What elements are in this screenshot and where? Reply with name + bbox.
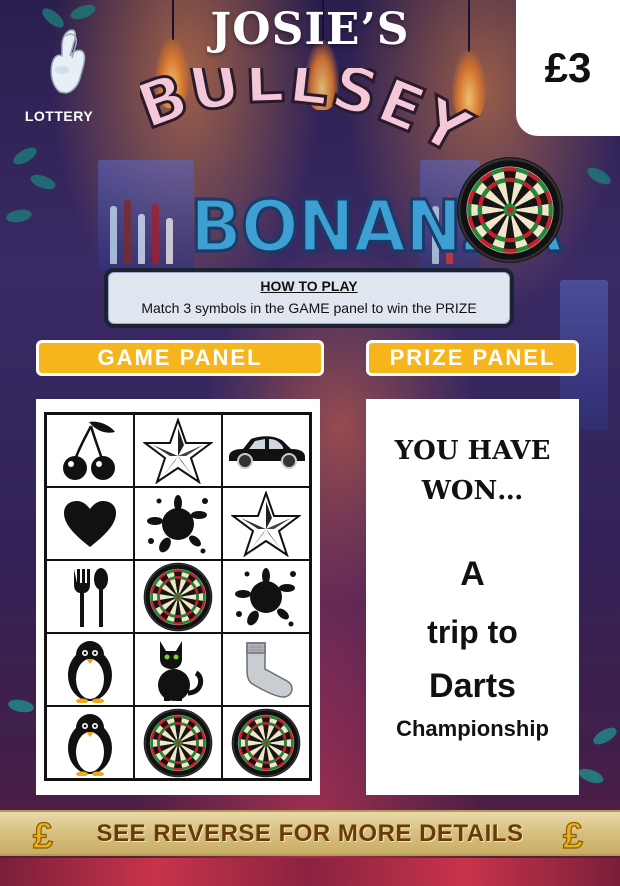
how-to-play-box: HOW TO PLAY Match 3 symbols in the GAME …	[104, 268, 514, 328]
grid-cell	[222, 487, 310, 560]
grid-cell	[134, 560, 222, 633]
symbol-grid	[44, 412, 312, 781]
lottery-label: LOTTERY	[24, 108, 94, 124]
svg-text:BULLSEYE: BULLSEYE	[140, 68, 480, 170]
grid-cell	[46, 560, 134, 633]
grid-cell	[46, 633, 134, 706]
svg-text:£: £	[563, 816, 583, 854]
price-badge: £3	[516, 0, 620, 136]
star-icon	[231, 490, 301, 557]
grid-cell	[222, 633, 310, 706]
prize-panel: YOU HAVE WON… A trip to Darts Championsh…	[366, 399, 579, 795]
heart-icon	[62, 499, 118, 549]
price-value: £3	[544, 44, 592, 91]
cherries-icon	[59, 418, 121, 484]
prize-line-a: A	[460, 555, 485, 593]
grid-cell	[222, 414, 310, 487]
dartboard-icon	[231, 708, 301, 778]
prize-line-trip: trip to	[427, 614, 518, 650]
sock-icon	[235, 639, 297, 701]
splat-icon	[233, 566, 299, 628]
title-bullseye: BULLSEYE	[140, 68, 480, 171]
grid-cell	[222, 706, 310, 779]
game-panel	[36, 399, 320, 795]
grid-cell	[134, 487, 222, 560]
grid-cell	[134, 633, 222, 706]
dartboard-icon	[143, 708, 213, 778]
grid-cell	[222, 560, 310, 633]
footer-banner: £ SEE REVERSE FOR MORE DETAILS £	[0, 810, 620, 856]
grid-cell	[134, 414, 222, 487]
prize-line-championship: Championship	[396, 716, 549, 741]
pound-coin-icon: £	[562, 816, 583, 854]
cat-icon	[150, 637, 206, 703]
grid-cell	[46, 487, 134, 560]
how-to-play-title: HOW TO PLAY	[260, 278, 358, 294]
cutlery-icon	[70, 565, 110, 629]
prize-line-darts: Darts	[429, 667, 516, 705]
dartboard-icon	[143, 562, 213, 632]
grid-cell	[46, 706, 134, 779]
dartboard-logo-icon	[457, 157, 563, 263]
prize-panel-tab: PRIZE PANEL	[366, 340, 579, 376]
star-icon	[143, 417, 213, 484]
splat-icon	[145, 493, 211, 555]
grid-cell	[134, 706, 222, 779]
title-bullseye-text: BULLSEYE	[140, 68, 480, 171]
penguin-icon	[64, 637, 116, 703]
footer-text: SEE REVERSE FOR MORE DETAILS	[96, 820, 524, 847]
prize-line-you-have: YOU HAVE	[394, 436, 551, 466]
prize-line-won: WON…	[421, 476, 524, 506]
game-panel-tab: GAME PANEL	[36, 340, 324, 376]
car-icon	[225, 431, 307, 471]
grid-cell	[46, 414, 134, 487]
how-to-play-text: Match 3 symbols in the GAME panel to win…	[141, 300, 477, 316]
penguin-icon	[64, 710, 116, 776]
bottom-strip	[0, 858, 620, 886]
